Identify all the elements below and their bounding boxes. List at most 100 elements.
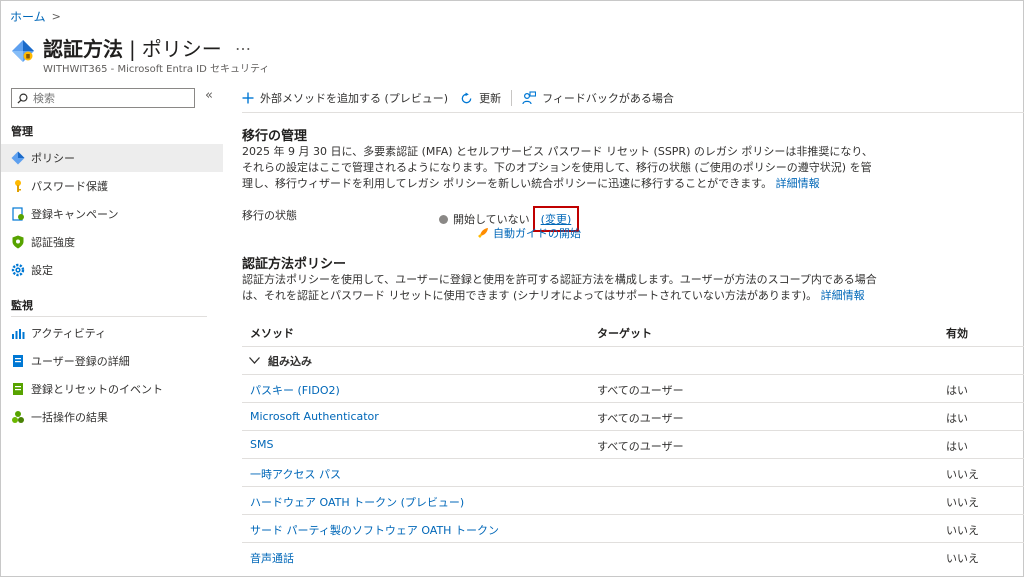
column-header-target[interactable]: ターゲット [597,325,652,341]
toolbar-divider [242,112,1024,113]
migration-learn-more-link[interactable]: 詳細情報 [776,177,820,190]
table-row: 一時アクセス パス いいえ [242,459,1024,487]
migration-status-label: 移行の状態 [242,209,297,222]
more-options-button[interactable]: … [235,35,252,54]
policies-heading: 認証方法ポリシー [242,257,347,272]
table-row: 音声通話 いいえ [242,543,1024,571]
sidebar-item-label: 設定 [31,264,53,277]
sidebar-item-label: ユーザー登録の詳細 [31,355,130,368]
method-link[interactable]: 一時アクセス パス [250,466,341,482]
start-guide-link[interactable]: 自動ガイドの開始 [477,225,581,241]
method-link[interactable]: パスキー (FIDO2) [250,382,340,398]
rocket-icon [478,228,488,238]
breadcrumb: ホーム > [10,8,61,25]
chevron-down-icon [249,357,260,364]
table-row: Microsoft Authenticator すべてのユーザー はい [242,403,1024,431]
sidebar-item-label: 登録とリセットのイベント [31,383,163,396]
start-guide-label: 自動ガイドの開始 [493,227,581,240]
sidebar-item-label: 一括操作の結果 [31,411,108,424]
target-cell: すべてのユーザー [597,384,684,397]
events-icon [11,382,25,396]
sidebar-item-policy[interactable]: ポリシー [1,144,223,172]
nav-group-monitor: 監視 [11,299,33,312]
sidebar-item-label: 認証強度 [31,236,75,249]
activity-icon [11,326,25,340]
status-dot-icon [439,214,448,224]
table-row: サード パーティ製のソフトウェア OATH トークン いいえ [242,515,1024,543]
policies-description-text: 認証方法ポリシーを使用して、ユーザーに登録と使用を許可する認証方法を構成します。… [242,273,877,302]
sidebar-item-user-registration-details[interactable]: ユーザー登録の詳細 [1,347,223,375]
user-details-icon [11,354,25,368]
policy-icon [11,151,25,165]
method-link[interactable]: ハードウェア OATH トークン (プレビュー) [250,494,464,510]
migration-heading: 移行の管理 [242,129,308,144]
page-title: 認証方法 | ポリシー [43,33,222,62]
search-input[interactable] [33,91,183,105]
table-row: パスキー (FIDO2) すべてのユーザー はい [242,375,1024,403]
enabled-cell: はい [946,440,968,453]
sidebar-item-password-protection[interactable]: パスワード保護 [1,172,223,200]
builtin-group-label: 組み込み [268,354,312,368]
enabled-cell: いいえ [946,496,979,509]
enabled-cell: いいえ [946,468,979,481]
migration-description: 2025 年 9 月 30 日に、多要素認証 (MFA) とセルフサービス パス… [242,144,882,192]
enabled-cell: いいえ [946,552,979,565]
toolbar-separator [511,90,513,106]
policies-learn-more-link[interactable]: 詳細情報 [821,289,865,302]
add-external-method-button[interactable]: 外部メソッドを追加する (プレビュー) [242,90,448,106]
feedback-person-icon [522,91,537,105]
method-link[interactable]: 音声通話 [250,550,294,566]
nav-divider [11,316,207,317]
sidebar-item-activity[interactable]: アクティビティ [1,319,223,347]
target-cell: すべてのユーザー [597,412,684,425]
method-link[interactable]: Microsoft Authenticator [250,410,379,423]
campaign-icon [11,207,25,221]
key-icon [11,179,25,193]
table-header: メソッド ターゲット 有効 [242,319,1024,347]
enabled-cell: はい [946,384,968,397]
sidebar-item-label: 登録キャンペーン [31,208,119,221]
bulk-icon [11,410,25,424]
sidebar-item-registration-campaign[interactable]: 登録キャンペーン [1,200,223,228]
feedback-button[interactable]: フィードバックがある場合 [522,90,674,106]
chevron-right-icon: > [51,10,61,23]
sidebar-search[interactable] [11,88,195,108]
gear-icon [11,263,25,277]
plus-icon [242,92,254,104]
enabled-cell: はい [946,412,968,425]
sidebar-item-settings[interactable]: 設定 [1,256,223,284]
table-row: ハードウェア OATH トークン (プレビュー) いいえ [242,487,1024,515]
column-header-method[interactable]: メソッド [250,325,294,341]
sidebar-item-label: パスワード保護 [31,180,108,193]
org-subtitle: WITHWIT365 - Microsoft Entra ID セキュリティ [43,64,270,75]
page-title-sub: ポリシー [141,37,222,61]
method-link[interactable]: サード パーティ製のソフトウェア OATH トークン [250,522,499,538]
column-header-enabled[interactable]: 有効 [946,325,968,341]
refresh-icon [461,91,472,103]
command-bar: 外部メソッドを追加する (プレビュー) 更新 フィードバックがある場合 [242,87,674,109]
sidebar-item-label: ポリシー [31,152,75,165]
page-title-main: 認証方法 [43,37,123,61]
target-cell: すべてのユーザー [597,440,684,453]
enabled-cell: いいえ [946,524,979,537]
nav-group-manage: 管理 [11,125,33,138]
breadcrumb-home-link[interactable]: ホーム [10,8,46,25]
entra-diamond-icon [12,40,34,62]
feedback-label: フィードバックがある場合 [542,92,674,105]
title-separator: | [129,37,136,61]
method-link[interactable]: SMS [250,438,273,451]
sidebar-item-label: アクティビティ [31,327,107,340]
refresh-label: 更新 [479,92,502,105]
builtin-group-toggle[interactable]: 組み込み [242,347,1024,375]
shield-icon [11,235,25,249]
table-row: SMS すべてのユーザー はい [242,431,1024,459]
refresh-button[interactable]: 更新 [460,90,501,106]
policies-description: 認証方法ポリシーを使用して、ユーザーに登録と使用を許可する認証方法を構成します。… [242,272,882,304]
sidebar-item-bulk-operation-results[interactable]: 一括操作の結果 [1,403,223,431]
window-frame: ホーム > 認証方法 | ポリシー … WITHWIT365 - Microsoft… [0,0,1024,577]
sidebar-item-registration-reset-events[interactable]: 登録とリセットのイベント [1,375,223,403]
search-icon [17,93,28,104]
collapse-sidebar-button[interactable]: « [205,88,213,103]
sidebar-item-auth-strength[interactable]: 認証強度 [1,228,223,256]
add-external-method-label: 外部メソッドを追加する (プレビュー) [260,92,449,105]
